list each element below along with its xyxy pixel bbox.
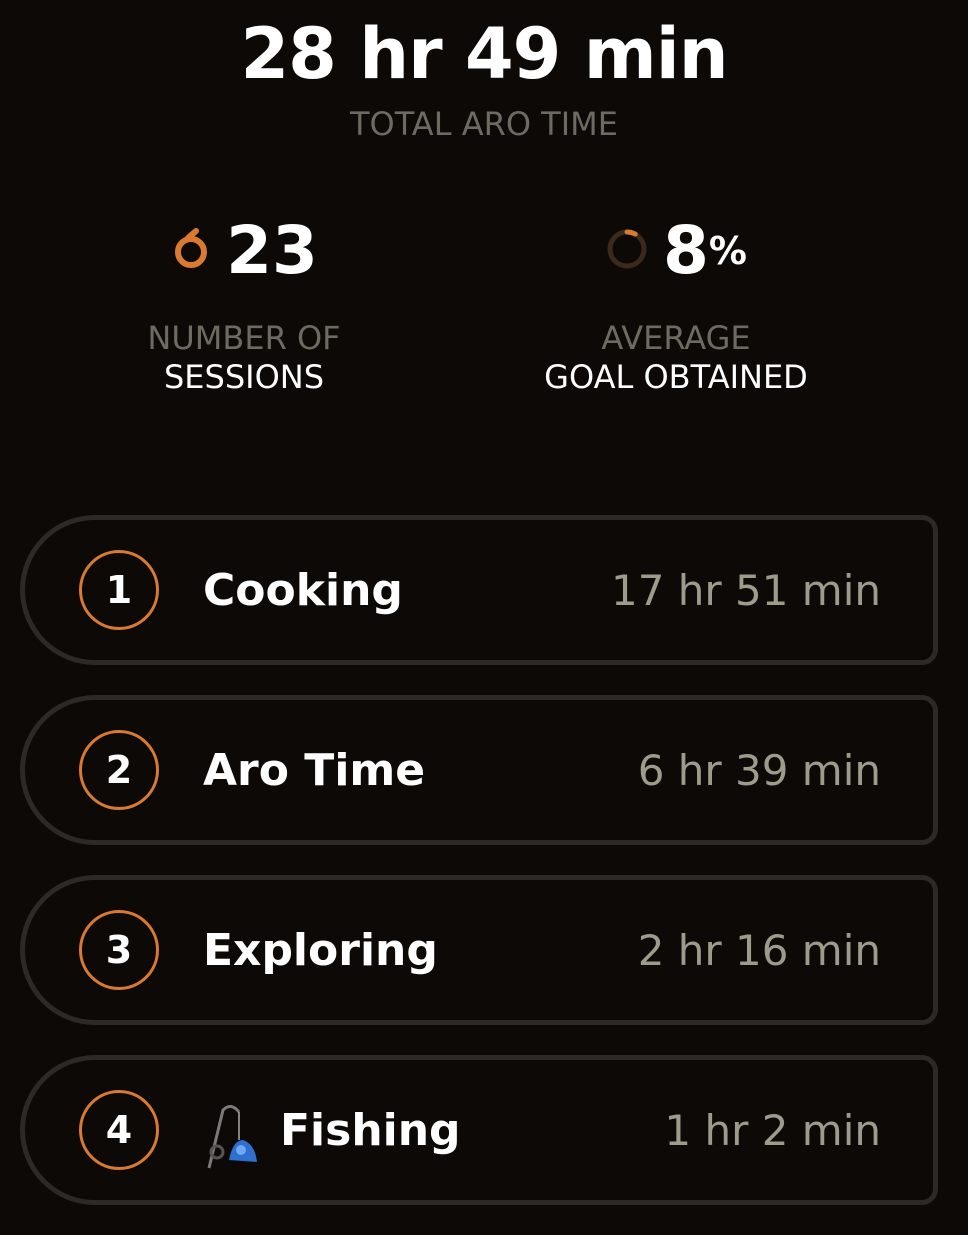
ring-icon	[170, 228, 212, 274]
activity-duration: 6 hr 39 min	[637, 745, 881, 795]
rank-badge: 2	[79, 730, 159, 810]
activity-duration: 17 hr 51 min	[610, 565, 881, 615]
activity-name: Cooking	[203, 564, 403, 616]
goal-percent-value: 8	[662, 212, 709, 289]
activity-row-exploring[interactable]: 3 Exploring 2 hr 16 min	[20, 875, 938, 1025]
activity-list: 1 Cooking 17 hr 51 min 2 Aro Time 6 hr 3…	[20, 515, 938, 1235]
sessions-stat: 23 NUMBER OF SESSIONS	[42, 215, 446, 397]
sessions-label-top: NUMBER OF	[147, 319, 341, 357]
activity-row-fishing[interactable]: 4 Fishing 1 hr 2 min	[20, 1055, 938, 1205]
goal-label-bottom: GOAL OBTAINED	[544, 358, 808, 396]
total-time-value: 28 hr 49 min	[240, 13, 728, 95]
sessions-label-bottom: SESSIONS	[163, 358, 325, 396]
goal-label-top: AVERAGE	[601, 319, 751, 357]
rank-badge: 3	[79, 910, 159, 990]
fishing-rod-icon	[203, 1100, 263, 1174]
sessions-count: 23	[226, 212, 318, 289]
goal-percent-unit: %	[708, 229, 747, 273]
total-time-label: TOTAL ARO TIME	[350, 105, 618, 143]
goal-stat: 8% AVERAGE GOAL OBTAINED	[474, 215, 878, 397]
activity-duration: 1 hr 2 min	[664, 1105, 881, 1155]
goal-progress-ring-icon	[605, 227, 649, 275]
activity-duration: 2 hr 16 min	[637, 925, 881, 975]
activity-row-cooking[interactable]: 1 Cooking 17 hr 51 min	[20, 515, 938, 665]
activity-name: Aro Time	[203, 744, 426, 796]
activity-row-aro-time[interactable]: 2 Aro Time 6 hr 39 min	[20, 695, 938, 845]
rank-badge: 1	[79, 550, 159, 630]
rank-badge: 4	[79, 1090, 159, 1170]
activity-name: Exploring	[203, 924, 438, 976]
